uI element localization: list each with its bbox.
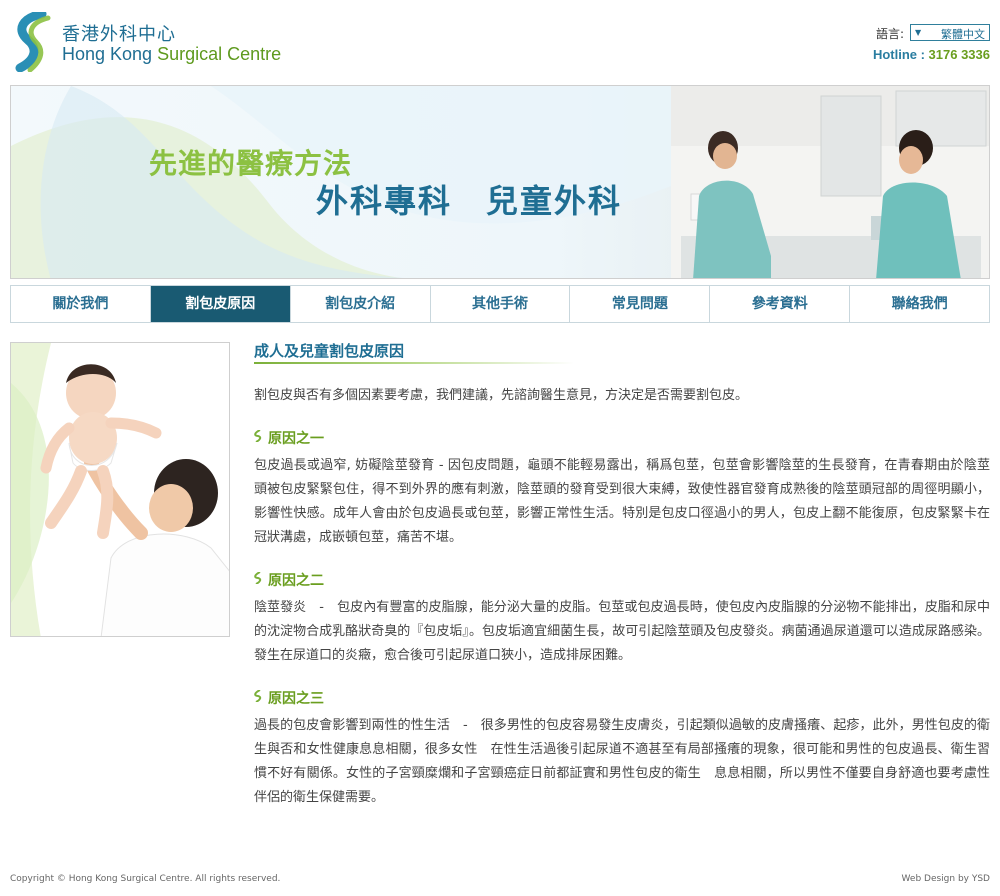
logo-swirl-icon (15, 12, 51, 72)
section-heading-2: 原因之二 (254, 570, 990, 590)
section-heading-text: 原因之一 (268, 431, 324, 447)
nav-other-surgery[interactable]: 其他手術 (429, 286, 570, 322)
banner-tagline-secondary: 外科專科 兒童外科 (316, 182, 623, 220)
logo-english-rest: Surgical Centre (152, 44, 282, 64)
logo-chinese-name: 香港外科中心 (62, 24, 176, 45)
footer-copyright: Copyright © Hong Kong Surgical Centre. A… (10, 874, 281, 884)
section-heading-text: 原因之二 (268, 573, 324, 589)
footer-credit[interactable]: Web Design by YSD (902, 874, 990, 884)
section-body-1: 包皮過長或過窄, 妨礙陰莖發育 - 因包皮問題，龜頭不能輕易露出，稱爲包莖，包莖… (254, 458, 990, 545)
mother-baby-illustration (11, 343, 229, 636)
main-content: 成人及兒童割包皮原因 割包皮與否有多個因素要考慮，我們建議，先諮詢醫生意見，方決… (254, 340, 990, 810)
section-heading-3: 原因之三 (254, 688, 990, 708)
page-title: 成人及兒童割包皮原因 (254, 342, 405, 360)
leaf-bullet-icon (254, 689, 264, 706)
section-body-2: 陰莖發炎 - 包皮內有豐富的皮脂腺，能分泌大量的皮脂。包莖或包皮過長時，使包皮內… (254, 600, 990, 663)
side-photo-mother-baby (10, 342, 230, 637)
nav-about-us[interactable]: 關於我們 (11, 286, 150, 322)
dropdown-arrow-icon: ▼ (915, 28, 922, 37)
section-body-3: 過長的包皮會影響到兩性的性生活 - 很多男性的包皮容易發生皮膚炎，引起類似過敏的… (254, 718, 990, 805)
nav-references[interactable]: 參考資料 (709, 286, 849, 322)
main-navigation: 關於我們 割包皮原因 割包皮介紹 其他手術 常見問題 參考資料 聯絡我們 (10, 285, 990, 323)
logo-english-name: Hong Kong Surgical Centre (62, 44, 281, 65)
nav-circumcision-reasons[interactable]: 割包皮原因 (149, 286, 290, 322)
hotline-number: 3176 3336 (928, 47, 990, 62)
leaf-bullet-icon (254, 571, 264, 588)
leaf-bullet-icon (254, 429, 264, 446)
hotline-label: Hotline : (872, 47, 929, 62)
nav-faq[interactable]: 常見問題 (569, 286, 709, 322)
banner-lab-photo (671, 86, 989, 278)
language-selected-value: 繁體中文 (941, 28, 985, 41)
logo-english-hk: Hong Kong (62, 44, 153, 64)
hero-banner: 先進的醫療方法 外科專科 兒童外科 (10, 85, 990, 279)
language-label: 語言: (876, 27, 905, 41)
language-select[interactable]: ▼ 繁體中文 (910, 24, 990, 41)
nav-circumcision-intro[interactable]: 割包皮介紹 (289, 286, 430, 322)
site-logo[interactable]: 香港外科中心 Hong Kong Surgical Centre (12, 12, 302, 74)
section-heading-text: 原因之三 (268, 691, 324, 707)
title-underline (254, 362, 574, 364)
section-heading-1: 原因之一 (254, 428, 990, 448)
intro-paragraph: 割包皮與否有多個因素要考慮，我們建議，先諮詢醫生意見，方決定是否需要割包皮。 (254, 388, 749, 403)
hotline: Hotline : 3176 3336 (873, 47, 990, 62)
nav-contact-us[interactable]: 聯絡我們 (849, 286, 989, 322)
